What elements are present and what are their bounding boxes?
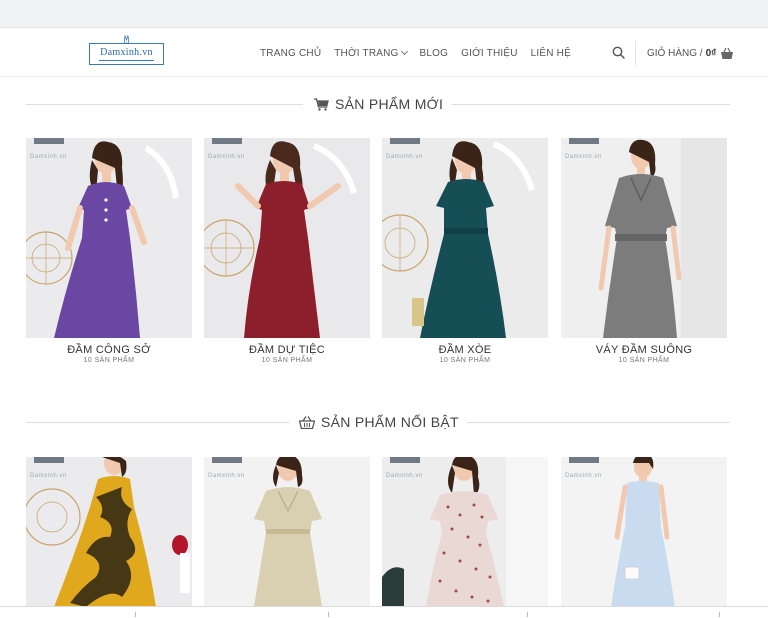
product-photo-flare-dress — [382, 138, 548, 338]
product-photo-shift-dress — [561, 138, 727, 338]
product-photo-pink-floral-dress — [382, 457, 548, 607]
featured-product-card[interactable]: Damxinh.vn — [382, 457, 548, 607]
label-tag — [34, 457, 64, 463]
main-nav: TRANG CHỦ THỜI TRANG BLOG GIỚI THIỆU LIÊ… — [260, 29, 584, 77]
featured-product-card[interactable]: Damxinh.vn — [26, 457, 192, 607]
category-count: 10 SẢN PHẨM — [618, 357, 670, 364]
label-tag — [212, 457, 242, 463]
category-name-party-dress[interactable]: ĐẦM DỰ TIỆC — [204, 344, 370, 356]
cart-link[interactable]: GIỎ HÀNG / 0₫ — [647, 29, 734, 77]
category-count: 10 SẢN PHẨM — [261, 357, 313, 364]
category-count: 10 SẢN PHẨM — [83, 357, 135, 364]
browser-top-strip — [0, 0, 768, 28]
watermark: Damxinh.vn — [30, 473, 67, 479]
featured-product-card[interactable]: Damxinh.vn — [204, 457, 370, 607]
cart-label: GIỎ HÀNG / — [647, 47, 703, 59]
chevron-down-icon — [400, 47, 408, 56]
product-photo-beige-checked-dress — [204, 457, 370, 607]
product-photo-office-dress — [26, 138, 192, 338]
dress-shape — [254, 487, 322, 607]
category-name-flare-dress[interactable]: ĐẦM XÒE — [382, 344, 548, 356]
shopping-basket-icon — [299, 415, 315, 429]
section-title-new: SẢN PHẨM MỚI — [0, 94, 768, 114]
watermark: Damxinh.vn — [386, 154, 423, 160]
section-label: SẢN PHẨM NỔI BẬT — [299, 412, 459, 432]
featured-product-card[interactable]: Damxinh.vn — [561, 457, 727, 607]
nav-item-about[interactable]: GIỚI THIỆU — [461, 48, 518, 59]
product-photo-yellow-floral-dress — [26, 457, 192, 607]
category-card-party-dress[interactable]: Damxinh.vn — [204, 138, 370, 338]
section-title-featured: SẢN PHẨM NỔI BẬT — [0, 412, 768, 432]
nav-label: THỜI TRANG — [334, 47, 399, 59]
nav-label: GIỚI THIỆU — [461, 47, 518, 59]
logo-underline — [99, 60, 154, 61]
shopping-cart-icon — [314, 97, 329, 111]
category-name-office-dress[interactable]: ĐẦM CÔNG SỞ — [26, 344, 192, 356]
nav-item-contact[interactable]: LIÊN HỆ — [531, 48, 571, 59]
divider-tick — [719, 612, 720, 617]
section-line-left — [26, 422, 289, 423]
divider-tick — [527, 612, 528, 617]
label-tag — [569, 457, 599, 463]
nav-item-blog[interactable]: BLOG — [420, 48, 449, 59]
label-tag — [390, 457, 420, 463]
label-tag — [390, 138, 420, 144]
label-tag — [34, 138, 64, 144]
label-tag — [212, 138, 242, 144]
search-icon[interactable] — [612, 46, 625, 59]
site-logo[interactable]: Damxinh.vn — [89, 35, 164, 67]
category-card-shift-dress[interactable]: Damxinh.vn — [561, 138, 727, 338]
section-title-text: SẢN PHẨM MỚI — [335, 96, 444, 112]
bottom-edge — [0, 606, 768, 618]
nav-label: BLOG — [419, 47, 449, 59]
shopping-bag-icon — [721, 47, 734, 59]
divider-tick — [135, 612, 136, 617]
divider-tick — [328, 612, 329, 617]
category-name-shift-dress[interactable]: VÁY ĐẦM SUÔNG — [561, 344, 727, 356]
product-photo-light-blue-dress — [561, 457, 727, 607]
watermark: Damxinh.vn — [30, 154, 67, 160]
section-title-text: SẢN PHẨM NỔI BẬT — [321, 414, 459, 430]
category-count: 10 SẢN PHẨM — [439, 357, 491, 364]
watermark: Damxinh.vn — [386, 473, 423, 479]
section-line-right — [452, 104, 730, 105]
nav-item-fashion[interactable]: THỜI TRANG — [334, 47, 408, 59]
nav-item-home[interactable]: TRANG CHỦ — [260, 48, 321, 59]
label-tag — [569, 138, 599, 144]
header-divider — [635, 41, 636, 65]
watermark: Damxinh.vn — [208, 473, 245, 479]
watermark: Damxinh.vn — [565, 154, 602, 160]
watermark: Damxinh.vn — [565, 473, 602, 479]
logo-text: Damxinh.vn — [100, 47, 153, 58]
cart-total: 0₫ — [705, 47, 717, 59]
section-line-right — [467, 422, 730, 423]
nav-label: TRANG CHỦ — [260, 47, 322, 59]
section-line-left — [26, 104, 303, 105]
category-card-office-dress[interactable]: Damxinh.vn — [26, 138, 192, 338]
product-photo-party-dress — [204, 138, 370, 338]
site-header: Damxinh.vn TRANG CHỦ THỜI TRANG BLOG GIỚ… — [0, 29, 768, 77]
nav-label: LIÊN HỆ — [530, 47, 571, 59]
watermark: Damxinh.vn — [208, 154, 245, 160]
category-card-flare-dress[interactable]: Damxinh.vn — [382, 138, 548, 338]
section-label: SẢN PHẨM MỚI — [314, 94, 443, 114]
